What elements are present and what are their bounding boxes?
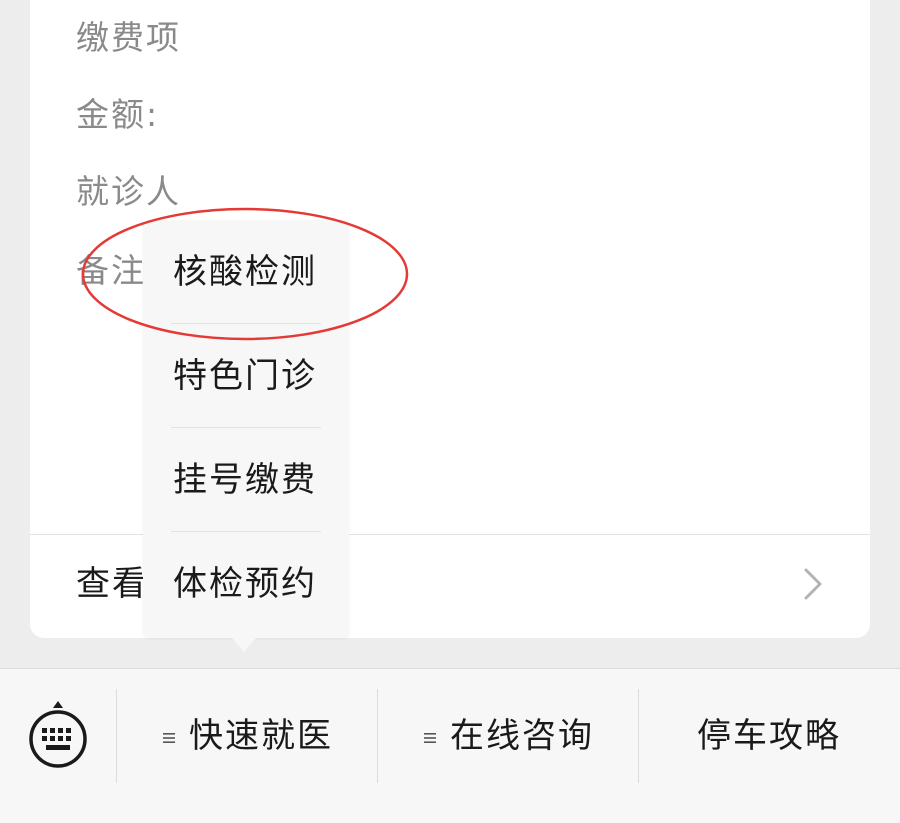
menu-quick-visit[interactable]: 快速就医 (118, 687, 376, 785)
field-remarks: 备注 (76, 251, 146, 290)
submenu-item-registration-payment[interactable]: 挂号缴费 (143, 428, 349, 532)
menu-divider (638, 689, 639, 783)
submenu-popup: 核酸检测 特色门诊 挂号缴费 体检预约 (143, 220, 349, 638)
menu-parking-guide[interactable]: 停车攻略 (640, 687, 898, 785)
field-amount: 金额: (76, 95, 160, 134)
menu-bar: 快速就医 在线咨询 停车攻略 (0, 668, 900, 823)
menu-parking-guide-label: 停车攻略 (697, 716, 841, 756)
submenu-indicator-icon (424, 732, 436, 743)
chevron-right-icon[interactable] (796, 564, 832, 604)
field-payment-item: 缴费项 (76, 18, 181, 57)
menu-quick-visit-label: 快速就医 (189, 716, 333, 756)
submenu-item-nucleic-test[interactable]: 核酸检测 (143, 220, 349, 324)
submenu-item-special-clinic[interactable]: 特色门诊 (143, 324, 349, 428)
menu-divider (377, 689, 378, 783)
submenu-item-checkup-booking[interactable]: 体检预约 (143, 532, 349, 636)
menu-online-consult[interactable]: 在线咨询 (379, 687, 637, 785)
field-patient: 就诊人 (76, 172, 181, 211)
menu-online-consult-label: 在线咨询 (450, 716, 594, 756)
menu-divider (116, 689, 117, 783)
submenu-indicator-icon (163, 732, 175, 743)
view-details-link[interactable]: 查看 (76, 562, 148, 606)
popup-pointer (232, 638, 256, 652)
keyboard-icon[interactable] (24, 699, 92, 773)
